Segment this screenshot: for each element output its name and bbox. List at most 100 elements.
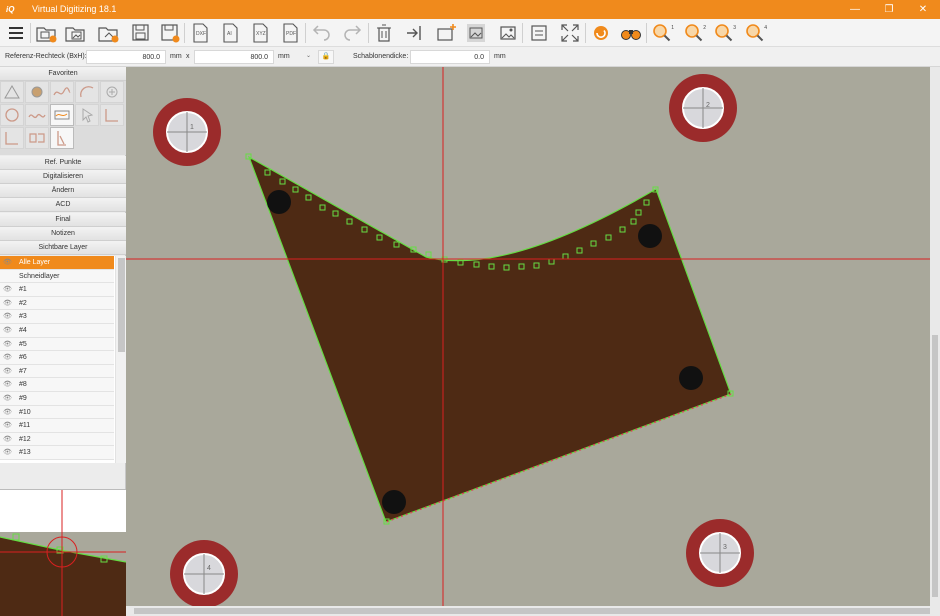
canvas-horizontal-scrollbar[interactable] xyxy=(126,606,940,616)
layer-item[interactable]: 👁 #5 xyxy=(0,337,114,352)
open-image-button[interactable] xyxy=(63,21,87,45)
layer-item[interactable]: 👁 #12 xyxy=(0,432,114,447)
menu-button[interactable] xyxy=(4,21,28,45)
layer-item-all[interactable]: 👁 Alle Layer xyxy=(0,256,114,270)
zoom-2-button[interactable]: 2 xyxy=(682,21,706,45)
scrollbar-thumb[interactable] xyxy=(134,608,930,614)
layer-item[interactable]: 👁 #4 xyxy=(0,324,114,338)
reference-width-input[interactable] xyxy=(86,50,166,64)
reference-marker-3[interactable]: 3 xyxy=(686,519,754,587)
eye-icon[interactable]: 👁 xyxy=(3,448,12,456)
reference-marker-4[interactable]: 4 xyxy=(170,540,238,608)
image-settings-button[interactable] xyxy=(464,21,488,45)
eye-icon[interactable]: 👁 xyxy=(3,326,12,334)
canvas-vertical-scrollbar[interactable] xyxy=(930,67,940,606)
reference-marker-1[interactable]: 1 xyxy=(153,98,221,166)
export-dxf-button[interactable]: DXF xyxy=(188,21,212,45)
section-notes[interactable]: Notizen xyxy=(0,227,126,241)
layer-item[interactable]: 👁 #9 xyxy=(0,392,114,406)
fav-corner-tool[interactable] xyxy=(100,104,124,126)
eye-icon[interactable]: 👁 xyxy=(3,367,12,375)
eye-icon[interactable]: 👁 xyxy=(3,285,12,293)
eye-icon[interactable]: 👁 xyxy=(3,353,12,361)
fav-fill-tool[interactable] xyxy=(25,81,49,103)
export-ai-button[interactable]: AI xyxy=(218,21,242,45)
fav-measure-tool[interactable] xyxy=(0,81,24,103)
eye-icon[interactable]: 👁 xyxy=(3,380,12,388)
eye-icon[interactable]: 👁 xyxy=(3,421,12,429)
fav-curve-tool[interactable] xyxy=(50,81,74,103)
fav-circle-tool[interactable] xyxy=(0,104,24,126)
layer-item[interactable]: 👁 #13 xyxy=(0,446,114,460)
binoculars-button[interactable] xyxy=(619,21,643,45)
section-digitize[interactable]: Digitalisieren xyxy=(0,170,126,184)
eye-icon[interactable]: 👁 xyxy=(3,394,12,402)
add-frame-button[interactable] xyxy=(434,21,458,45)
zoom-4-button[interactable]: 4 xyxy=(743,21,767,45)
save-icon xyxy=(132,24,149,41)
eye-icon[interactable]: 👁 xyxy=(3,299,12,307)
section-ref-points[interactable]: Ref. Punkte xyxy=(0,156,126,170)
eye-icon[interactable]: 👁 xyxy=(3,408,12,416)
image-edit-icon xyxy=(500,26,516,40)
fav-wave-tool[interactable] xyxy=(25,104,49,126)
zoom-3-button[interactable]: 3 xyxy=(712,21,736,45)
rotate-button[interactable] xyxy=(589,21,613,45)
scrollbar-thumb[interactable] xyxy=(932,335,938,597)
cut-button[interactable] xyxy=(403,21,427,45)
fav-select-tool[interactable] xyxy=(75,104,99,126)
section-acd[interactable]: ACD xyxy=(0,198,126,212)
fav-anchor-tool[interactable] xyxy=(50,127,74,149)
fav-spline-tool[interactable] xyxy=(50,104,74,126)
export-pdf-button[interactable]: PDF xyxy=(278,21,302,45)
maximize-button[interactable]: ❐ xyxy=(872,0,906,19)
eye-icon[interactable]: 👁 xyxy=(3,340,12,348)
section-final[interactable]: Final xyxy=(0,213,126,227)
circle-icon xyxy=(5,108,19,122)
close-button[interactable]: ✕ xyxy=(906,0,940,19)
image-edit-button[interactable] xyxy=(496,21,520,45)
unit-select[interactable]: ⌄ xyxy=(275,50,315,64)
section-visible-layers[interactable]: Sichtbare Layer xyxy=(0,241,126,255)
left-panel: Favoriten Ref. Punkte Digitalisieren Änd… xyxy=(0,67,126,616)
new-project-button[interactable] xyxy=(34,21,58,45)
delete-button[interactable] xyxy=(372,21,396,45)
open-project-button[interactable] xyxy=(96,21,120,45)
layer-item[interactable]: 👁 #7 xyxy=(0,364,114,379)
layer-scrollbar[interactable] xyxy=(115,256,126,463)
lock-aspect-button[interactable]: 🔒 xyxy=(318,50,334,64)
save-as-button[interactable] xyxy=(158,21,182,45)
layer-item-cut[interactable]: Schneidlayer xyxy=(0,269,114,284)
layer-item[interactable]: 👁 #3 xyxy=(0,310,114,324)
layer-item[interactable]: 👁 #2 xyxy=(0,296,114,311)
template-thickness-input[interactable] xyxy=(410,50,490,64)
export-ai-icon: AI xyxy=(223,23,238,43)
favorites-header[interactable]: Favoriten xyxy=(0,67,126,81)
layer-item[interactable]: 👁 #10 xyxy=(0,405,114,420)
fav-mirror-tool[interactable] xyxy=(25,127,49,149)
redo-button[interactable] xyxy=(340,21,364,45)
settings-list-button[interactable] xyxy=(527,21,551,45)
digitizing-canvas[interactable]: 1 2 3 4 xyxy=(126,67,940,616)
eye-icon[interactable]: 👁 xyxy=(3,258,12,266)
export-xyz-button[interactable]: XYZ xyxy=(248,21,272,45)
layer-item[interactable]: 👁 #6 xyxy=(0,351,114,365)
undo-button[interactable] xyxy=(310,21,334,45)
layer-item[interactable]: 👁 #8 xyxy=(0,378,114,392)
minimize-button[interactable]: — xyxy=(838,0,872,19)
layer-item[interactable]: 👁 #11 xyxy=(0,419,114,433)
fav-point-tool[interactable] xyxy=(100,81,124,103)
scrollbar-thumb[interactable] xyxy=(118,258,125,352)
fullscreen-button[interactable] xyxy=(558,21,582,45)
save-button[interactable] xyxy=(129,21,153,45)
digitized-shape[interactable] xyxy=(249,157,731,522)
zoom-1-button[interactable]: 1 xyxy=(650,21,674,45)
fav-arc-tool[interactable] xyxy=(75,81,99,103)
reference-marker-2[interactable]: 2 xyxy=(669,74,737,142)
section-modify[interactable]: Ändern xyxy=(0,184,126,198)
eye-icon[interactable]: 👁 xyxy=(3,435,12,443)
eye-icon[interactable]: 👁 xyxy=(3,312,12,320)
layer-item[interactable]: 👁 #1 xyxy=(0,283,114,297)
reference-height-input[interactable] xyxy=(194,50,274,64)
fav-angle-tool[interactable] xyxy=(0,127,24,149)
